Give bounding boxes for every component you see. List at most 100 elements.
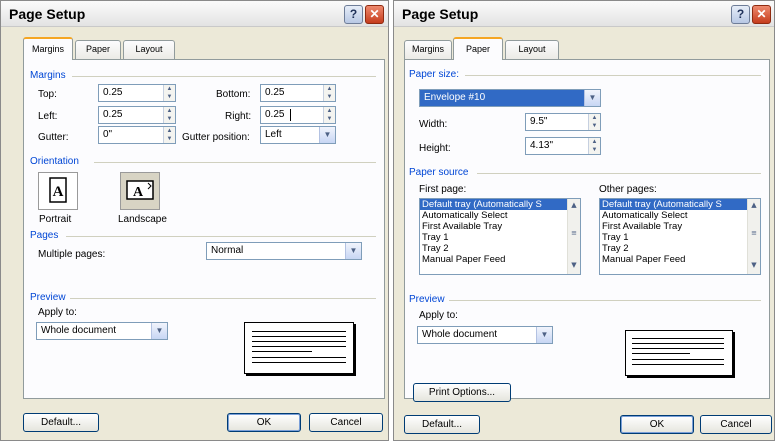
- spin-down-icon[interactable]: ▼: [324, 93, 335, 101]
- height-label: Height:: [419, 143, 451, 154]
- width-spinner[interactable]: ▲ ▼: [588, 114, 600, 130]
- divider: [94, 162, 376, 163]
- cancel-button[interactable]: Cancel: [309, 413, 383, 432]
- cancel-button[interactable]: Cancel: [700, 415, 772, 434]
- list-item[interactable]: Tray 2: [600, 243, 760, 254]
- spin-down-icon[interactable]: ▼: [324, 115, 335, 123]
- scroll-down-icon[interactable]: ▼: [748, 261, 760, 269]
- spin-up-icon[interactable]: ▲: [589, 138, 600, 146]
- spin-up-icon[interactable]: ▲: [589, 114, 600, 122]
- list-item[interactable]: Tray 1: [600, 232, 760, 243]
- chevron-down-icon[interactable]: ▼: [151, 323, 167, 339]
- apply-to-select[interactable]: Whole document ▼: [417, 326, 553, 344]
- list-item[interactable]: Tray 2: [420, 243, 580, 254]
- ok-button[interactable]: OK: [227, 413, 301, 432]
- multiple-pages-label: Multiple pages:: [38, 249, 106, 260]
- height-input[interactable]: 4.13" ▲ ▼: [525, 137, 601, 155]
- default-button[interactable]: Default...: [404, 415, 480, 434]
- width-input[interactable]: 9.5" ▲ ▼: [525, 113, 601, 131]
- help-icon[interactable]: ?: [731, 5, 750, 24]
- list-item[interactable]: Default tray (Automatically S: [420, 199, 580, 210]
- left-margin-input[interactable]: 0.25 ▲ ▼: [98, 106, 176, 124]
- gutter-position-label: Gutter position:: [182, 132, 250, 143]
- spin-down-icon[interactable]: ▼: [164, 135, 175, 143]
- spin-down-icon[interactable]: ▼: [589, 146, 600, 154]
- left-spinner[interactable]: ▲ ▼: [163, 107, 175, 123]
- chevron-down-icon[interactable]: ▼: [584, 90, 600, 106]
- landscape-label: Landscape: [118, 214, 167, 225]
- portrait-icon: A: [49, 177, 67, 203]
- tab-margins[interactable]: Margins: [23, 37, 73, 60]
- help-icon[interactable]: ?: [344, 5, 363, 24]
- divider: [465, 75, 761, 76]
- other-pages-label: Other pages:: [599, 184, 657, 195]
- divider: [70, 298, 376, 299]
- right-label: Right:: [225, 111, 252, 122]
- multiple-pages-select[interactable]: Normal ▼: [206, 242, 362, 260]
- scroll-up-icon[interactable]: ▲: [568, 201, 580, 209]
- list-item[interactable]: Default tray (Automatically S: [600, 199, 760, 210]
- list-item[interactable]: Manual Paper Feed: [600, 254, 760, 265]
- print-options-button[interactable]: Print Options...: [413, 383, 511, 402]
- bottom-spinner[interactable]: ▲ ▼: [323, 85, 335, 101]
- list-item[interactable]: Tray 1: [420, 232, 580, 243]
- chevron-down-icon[interactable]: ▼: [345, 243, 361, 259]
- ok-button[interactable]: OK: [620, 415, 694, 434]
- preview-line: [632, 348, 724, 349]
- scroll-grip-icon[interactable]: ≡: [568, 229, 580, 237]
- portrait-option[interactable]: A: [38, 172, 78, 210]
- gutter-spinner[interactable]: ▲ ▼: [163, 127, 175, 143]
- first-page-list[interactable]: Default tray (Automatically S Automatica…: [419, 198, 581, 275]
- spin-up-icon[interactable]: ▲: [324, 107, 335, 115]
- spin-up-icon[interactable]: ▲: [164, 127, 175, 135]
- title-bar[interactable]: Page Setup ? ✕: [394, 1, 774, 27]
- right-margin-input[interactable]: 0.25 ▲ ▼: [260, 106, 336, 124]
- spin-up-icon[interactable]: ▲: [164, 85, 175, 93]
- gutter-position-select[interactable]: Left ▼: [260, 126, 336, 144]
- list-item[interactable]: Manual Paper Feed: [420, 254, 580, 265]
- height-spinner[interactable]: ▲ ▼: [588, 138, 600, 154]
- right-spinner[interactable]: ▲ ▼: [323, 107, 335, 123]
- text-caret: [290, 109, 291, 121]
- scroll-grip-icon[interactable]: ≡: [748, 229, 760, 237]
- scrollbar[interactable]: ▲ ≡ ▼: [747, 199, 760, 274]
- preview-line: [252, 336, 346, 337]
- scrollbar[interactable]: ▲ ≡ ▼: [567, 199, 580, 274]
- apply-to-select[interactable]: Whole document ▼: [36, 322, 168, 340]
- chevron-down-icon[interactable]: ▼: [536, 327, 552, 343]
- spin-down-icon[interactable]: ▼: [164, 115, 175, 123]
- tab-margins[interactable]: Margins: [404, 40, 452, 59]
- section-preview: Preview: [409, 294, 445, 305]
- bottom-margin-input[interactable]: 0.25 ▲ ▼: [260, 84, 336, 102]
- close-icon[interactable]: ✕: [752, 5, 771, 24]
- chevron-down-icon[interactable]: ▼: [319, 127, 335, 143]
- paper-size-select[interactable]: Envelope #10 ▼: [419, 89, 601, 107]
- scroll-down-icon[interactable]: ▼: [568, 261, 580, 269]
- list-item[interactable]: First Available Tray: [600, 221, 760, 232]
- tab-paper[interactable]: Paper: [75, 40, 121, 59]
- list-item[interactable]: Automatically Select: [420, 210, 580, 221]
- spin-up-icon[interactable]: ▲: [324, 85, 335, 93]
- other-pages-list[interactable]: Default tray (Automatically S Automatica…: [599, 198, 761, 275]
- tab-paper[interactable]: Paper: [453, 37, 503, 60]
- default-button[interactable]: Default...: [23, 413, 99, 432]
- top-margin-input[interactable]: 0.25 ▲ ▼: [98, 84, 176, 102]
- tab-layout[interactable]: Layout: [123, 40, 175, 59]
- list-item[interactable]: First Available Tray: [420, 221, 580, 232]
- title-bar[interactable]: Page Setup ? ✕: [1, 1, 388, 27]
- spin-down-icon[interactable]: ▼: [164, 93, 175, 101]
- apply-to-label: Apply to:: [419, 310, 458, 321]
- gutter-input[interactable]: 0" ▲ ▼: [98, 126, 176, 144]
- list-item[interactable]: Automatically Select: [600, 210, 760, 221]
- section-orientation: Orientation: [30, 156, 79, 167]
- tab-panel: Paper size: Envelope #10 ▼ Width: 9.5" ▲…: [404, 59, 770, 402]
- bottom-margin-value: 0.25: [265, 87, 285, 98]
- top-spinner[interactable]: ▲ ▼: [163, 85, 175, 101]
- spin-down-icon[interactable]: ▼: [589, 122, 600, 130]
- page-setup-dialog-margins: Page Setup ? ✕ Margins Paper Layout Marg…: [0, 0, 389, 441]
- close-icon[interactable]: ✕: [365, 5, 384, 24]
- spin-up-icon[interactable]: ▲: [164, 107, 175, 115]
- tab-layout[interactable]: Layout: [505, 40, 559, 59]
- scroll-up-icon[interactable]: ▲: [748, 201, 760, 209]
- landscape-option[interactable]: A: [120, 172, 160, 210]
